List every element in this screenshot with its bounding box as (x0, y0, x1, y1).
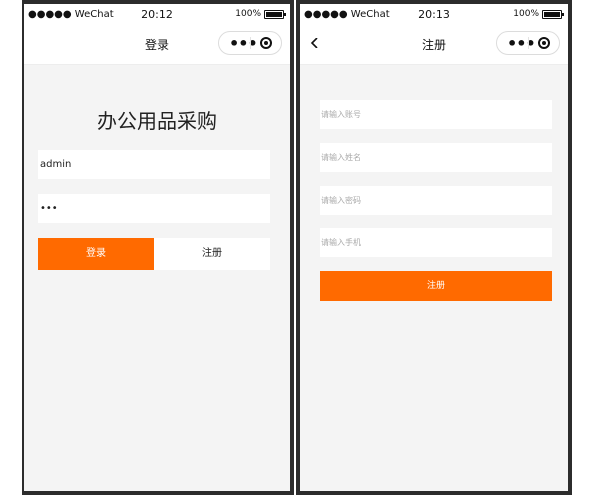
account-input[interactable]: 请输入账号 (320, 100, 552, 129)
battery-percent: 100% (235, 9, 261, 19)
battery-icon (542, 9, 564, 19)
password-input[interactable]: 请输入密码 (320, 186, 552, 215)
miniprogram-capsule: ••• (496, 31, 560, 55)
phone-input[interactable]: 请输入手机 (320, 228, 552, 257)
password-input[interactable]: ••• (38, 194, 270, 223)
status-bar: ●●●●● WeChat 20:12 100% (24, 4, 290, 26)
battery-indicator: 100% (235, 9, 286, 19)
more-icon[interactable]: ••• (229, 34, 258, 53)
capsule-divider (250, 37, 251, 49)
capsule-divider (528, 37, 529, 49)
register-phone-frame: ●●●●● WeChat 20:13 100% 注册 ••• 请输入账号 请输入… (296, 0, 572, 495)
battery-icon (264, 9, 286, 19)
nav-bar: 登录 ••• (24, 26, 290, 65)
battery-indicator: 100% (513, 9, 564, 19)
register-screen: ●●●●● WeChat 20:13 100% 注册 ••• 请输入账号 请输入… (300, 4, 568, 491)
app-title: 办公用品采购 (97, 109, 217, 133)
nav-bar: 注册 ••• (300, 26, 568, 65)
close-target-icon[interactable] (538, 37, 550, 49)
register-link-button[interactable]: 注册 (154, 238, 270, 270)
battery-percent: 100% (513, 9, 539, 19)
login-phone-frame: ●●●●● WeChat 20:12 100% 登录 ••• 办公用品采购 ad… (22, 0, 294, 495)
login-screen: ●●●●● WeChat 20:12 100% 登录 ••• 办公用品采购 ad… (24, 4, 290, 491)
name-input[interactable]: 请输入姓名 (320, 143, 552, 172)
close-target-icon[interactable] (260, 37, 272, 49)
status-bar: ●●●●● WeChat 20:13 100% (300, 4, 568, 26)
more-icon[interactable]: ••• (507, 34, 536, 53)
login-button[interactable]: 登录 (38, 238, 154, 270)
username-input[interactable]: admin (38, 150, 270, 179)
miniprogram-capsule: ••• (218, 31, 282, 55)
register-submit-button[interactable]: 注册 (320, 271, 552, 301)
